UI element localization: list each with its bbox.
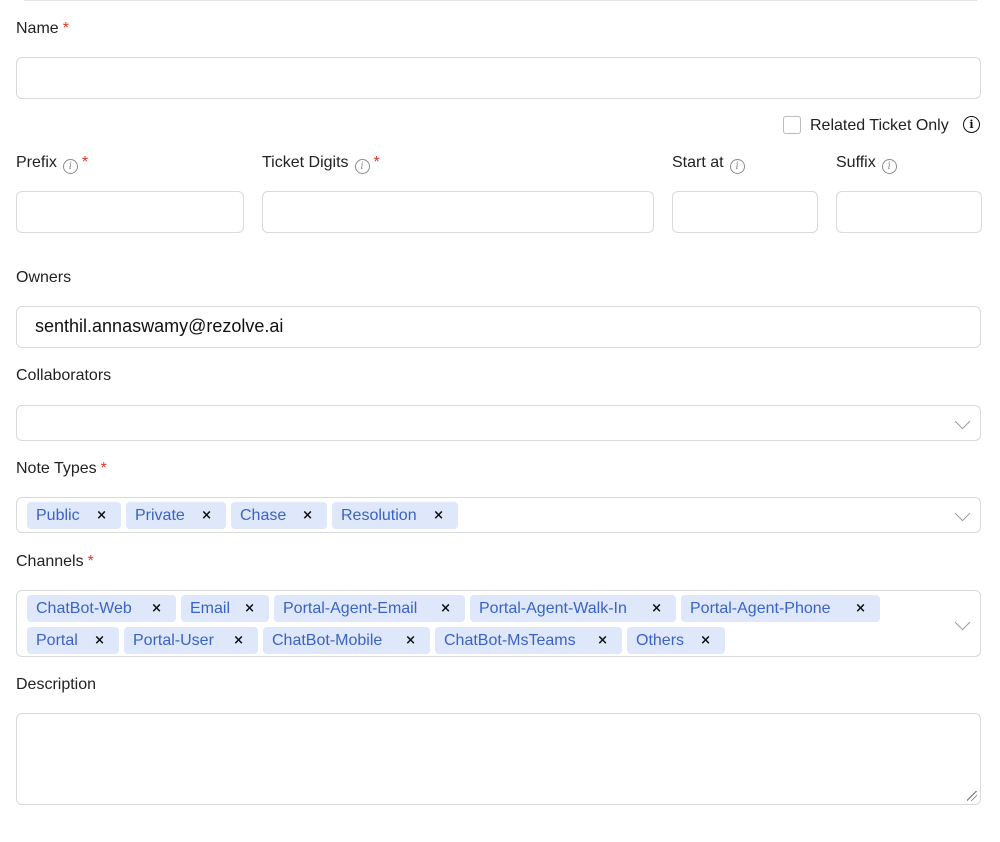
remove-icon[interactable]: × (96, 502, 107, 529)
remove-icon[interactable]: × (433, 502, 444, 529)
info-icon[interactable]: i (62, 159, 78, 174)
info-icon[interactable]: i (881, 159, 897, 174)
tag-portal: Portal × (27, 627, 119, 654)
remove-icon[interactable]: × (440, 595, 451, 622)
chevron-down-icon (954, 413, 971, 430)
name-label: Name * (16, 20, 69, 37)
tag-chatbot-web: ChatBot-Web × (27, 595, 176, 622)
related-ticket-only-label: Related Ticket Only (810, 117, 949, 134)
suffix-label: Suffix i (836, 153, 897, 174)
tag-portal-agent-walk-in: Portal-Agent-Walk-In × (470, 595, 676, 622)
prefix-input[interactable] (16, 191, 244, 233)
tag-chase: Chase × (231, 502, 327, 529)
remove-icon[interactable]: × (151, 595, 162, 622)
collaborators-label: Collaborators (16, 367, 112, 384)
remove-icon[interactable]: × (855, 595, 866, 622)
remove-icon[interactable]: × (302, 502, 313, 529)
ticket-digits-input[interactable] (262, 191, 654, 233)
note-types-label: Note Types * (16, 460, 107, 477)
description-label: Description (16, 676, 97, 693)
remove-icon[interactable]: × (233, 627, 244, 654)
remove-icon[interactable]: × (405, 627, 416, 654)
owners-input[interactable]: senthil.annaswamy@rezolve.ai (16, 306, 981, 348)
tag-chatbot-mobile: ChatBot-Mobile × (263, 627, 430, 654)
remove-icon[interactable]: × (700, 627, 711, 654)
note-types-select[interactable]: Public × Private × Chase × Resolution × (16, 497, 981, 533)
start-at-label: Start at i (672, 153, 745, 174)
remove-icon[interactable]: × (597, 627, 608, 654)
description-textarea[interactable] (16, 713, 981, 805)
related-ticket-only-checkbox[interactable] (783, 116, 801, 134)
remove-icon[interactable]: × (94, 627, 105, 654)
name-input[interactable] (16, 57, 981, 99)
tag-portal-agent-email: Portal-Agent-Email × (274, 595, 465, 622)
prefix-label: Prefix i * (16, 154, 89, 174)
chevron-down-icon (954, 505, 971, 522)
start-at-input[interactable] (672, 191, 818, 233)
resize-handle-icon[interactable] (967, 791, 977, 801)
chevron-down-icon (954, 614, 971, 631)
owners-label: Owners (16, 269, 72, 286)
ticket-digits-label: Ticket Digits i * (262, 154, 380, 174)
remove-icon[interactable]: × (651, 595, 662, 622)
tag-private: Private × (126, 502, 226, 529)
tag-portal-user: Portal-User × (124, 627, 258, 654)
tag-others: Others × (627, 627, 725, 654)
tag-chatbot-msteams: ChatBot-MsTeams × (435, 627, 622, 654)
channels-label: Channels * (16, 553, 94, 570)
suffix-input[interactable] (836, 191, 982, 233)
remove-icon[interactable]: × (201, 502, 212, 529)
tag-public: Public × (27, 502, 121, 529)
tag-email: Email × (181, 595, 269, 622)
info-icon[interactable]: i (729, 159, 745, 174)
top-divider (24, 0, 977, 1)
info-icon[interactable]: i (354, 159, 370, 174)
collaborators-select[interactable] (16, 405, 981, 441)
info-icon[interactable]: i (963, 116, 980, 133)
channels-select[interactable]: ChatBot-Web × Email × Portal-Agent-Email × … (16, 590, 981, 657)
tag-resolution: Resolution × (332, 502, 458, 529)
remove-icon[interactable]: × (244, 595, 255, 622)
tag-portal-agent-phone: Portal-Agent-Phone × (681, 595, 880, 622)
